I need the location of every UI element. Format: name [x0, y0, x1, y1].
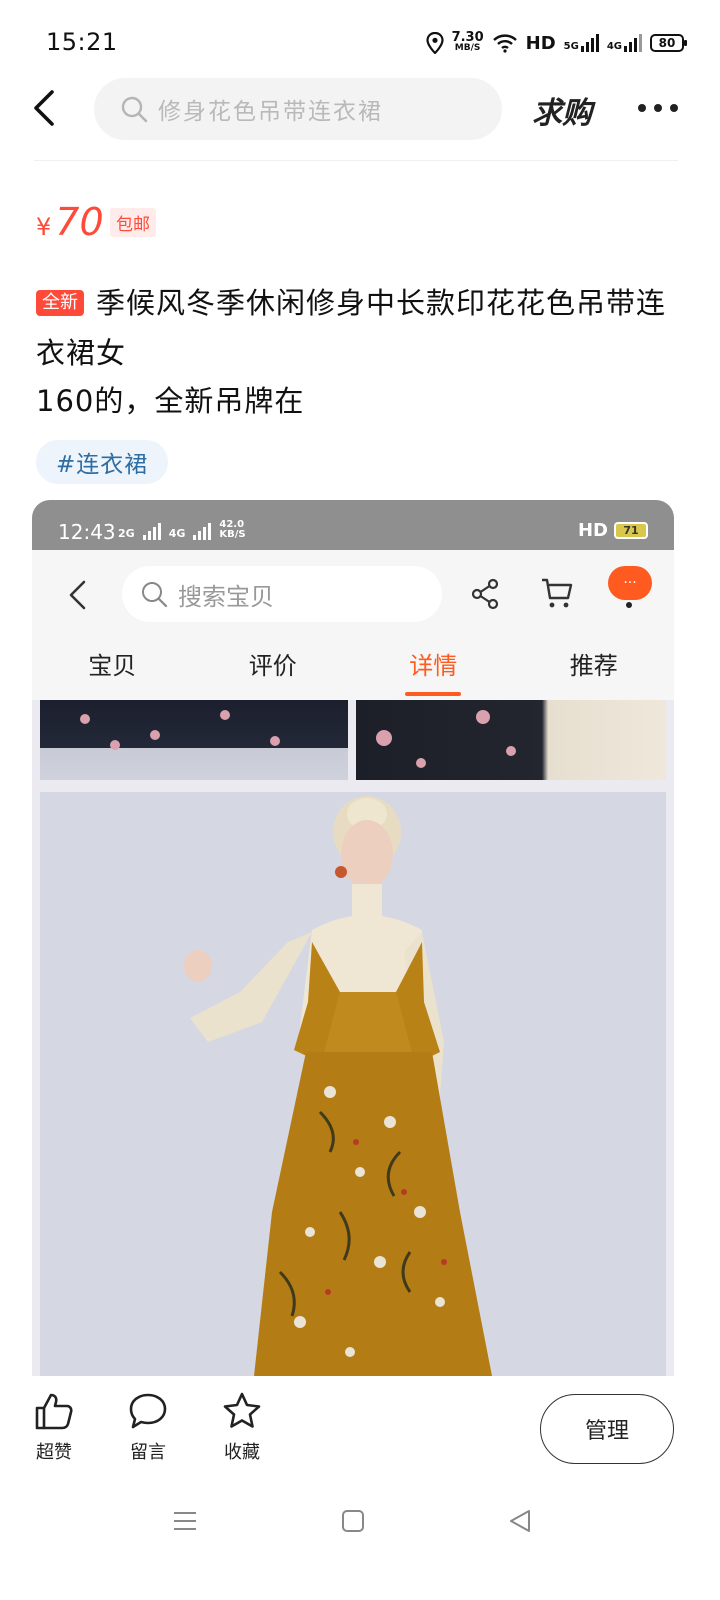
signal-bars-icon [142, 522, 161, 540]
header-divider [34, 160, 678, 161]
listing-description: 160的，全新吊牌在 [36, 384, 305, 418]
tab-details: 详情 [353, 646, 514, 700]
back-arrow-icon[interactable] [28, 88, 64, 128]
tab-reviews: 评价 [248, 652, 297, 680]
dress-thumbnail-2 [356, 700, 666, 780]
category-tag[interactable]: #连衣裙 [36, 440, 169, 484]
thumbs-up-icon [35, 1393, 73, 1430]
location-icon [425, 32, 444, 54]
status-bar: 15:21 7.30 MB/S HD 5G 4G 80 [0, 0, 720, 88]
status-time: 15:21 [46, 28, 118, 56]
dress-thumbnail-1 [40, 700, 348, 780]
battery-icon: 71 [614, 522, 648, 539]
embedded-search-box: 搜索宝贝 [122, 566, 442, 622]
battery-icon: 80 [650, 34, 687, 52]
listing-title-text: 季候风冬季休闲修身中长款印花花色吊带连衣裙女 [36, 286, 667, 370]
more-options-icon[interactable] [638, 104, 678, 112]
signal-bars-icon [580, 34, 599, 52]
condition-badge: 全新 [36, 290, 84, 316]
product-detail-page: 15:21 7.30 MB/S HD 5G 4G 80 修身花色吊带连衣裙 求购… [0, 0, 720, 1600]
listing-title: 全新 季候风冬季休闲修身中长款印花花色吊带连衣裙女 [36, 278, 676, 378]
home-square-icon[interactable] [341, 1508, 365, 1534]
message-dot [626, 602, 632, 608]
product-image[interactable]: 12:43 2G 4G 42.0 KB/S HD 71 搜索宝贝 ··· 宝贝 … [32, 500, 674, 1376]
top-nav: 修身花色吊带连衣裙 求购 [0, 76, 720, 140]
tab-item: 宝贝 [88, 652, 137, 680]
buy-request-button[interactable]: 求购 [532, 88, 592, 132]
free-shipping-badge: 包邮 [110, 208, 156, 237]
status-icons: 7.30 MB/S HD 5G 4G 80 [425, 28, 687, 58]
wifi-icon [492, 34, 517, 53]
cart-icon [542, 578, 573, 608]
search-placeholder: 修身花色吊带连衣裙 [158, 99, 383, 125]
tab-recommend: 推荐 [569, 652, 618, 680]
network-speed: 7.30 MB/S [451, 30, 484, 53]
share-icon [471, 578, 499, 610]
search-input[interactable]: 修身花色吊带连衣裙 [94, 78, 502, 140]
back-arrow-icon [69, 580, 86, 610]
model-photo [40, 792, 666, 1376]
menu-icon[interactable] [172, 1508, 198, 1534]
signal-bars-icon [624, 34, 642, 52]
signal-bars-icon [193, 522, 212, 540]
star-icon [223, 1392, 261, 1428]
speech-bubble-icon [129, 1393, 167, 1429]
manage-button[interactable]: 管理 [540, 1394, 674, 1464]
comment-button[interactable]: 留言 [118, 1390, 178, 1464]
search-icon [142, 582, 168, 608]
favorite-button[interactable]: 收藏 [212, 1390, 272, 1464]
hd-indicator: HD [525, 32, 556, 54]
signal-5g: 5G [564, 34, 599, 52]
like-button[interactable]: 超赞 [24, 1390, 84, 1464]
signal-4g: 4G [607, 34, 642, 52]
message-badge: ··· [608, 566, 652, 600]
model-dress-illustration [40, 792, 666, 1376]
price: ¥ 70 [36, 200, 104, 244]
embedded-nav: 搜索宝贝 ··· 宝贝 评价 详情 推荐 [32, 550, 674, 700]
embedded-status-bar: 12:43 2G 4G 42.0 KB/S HD 71 [32, 500, 674, 550]
back-triangle-icon[interactable] [507, 1508, 533, 1534]
system-nav-bar [0, 1496, 720, 1556]
embedded-tabs: 宝贝 评价 详情 推荐 [32, 646, 674, 700]
search-icon [121, 96, 148, 123]
